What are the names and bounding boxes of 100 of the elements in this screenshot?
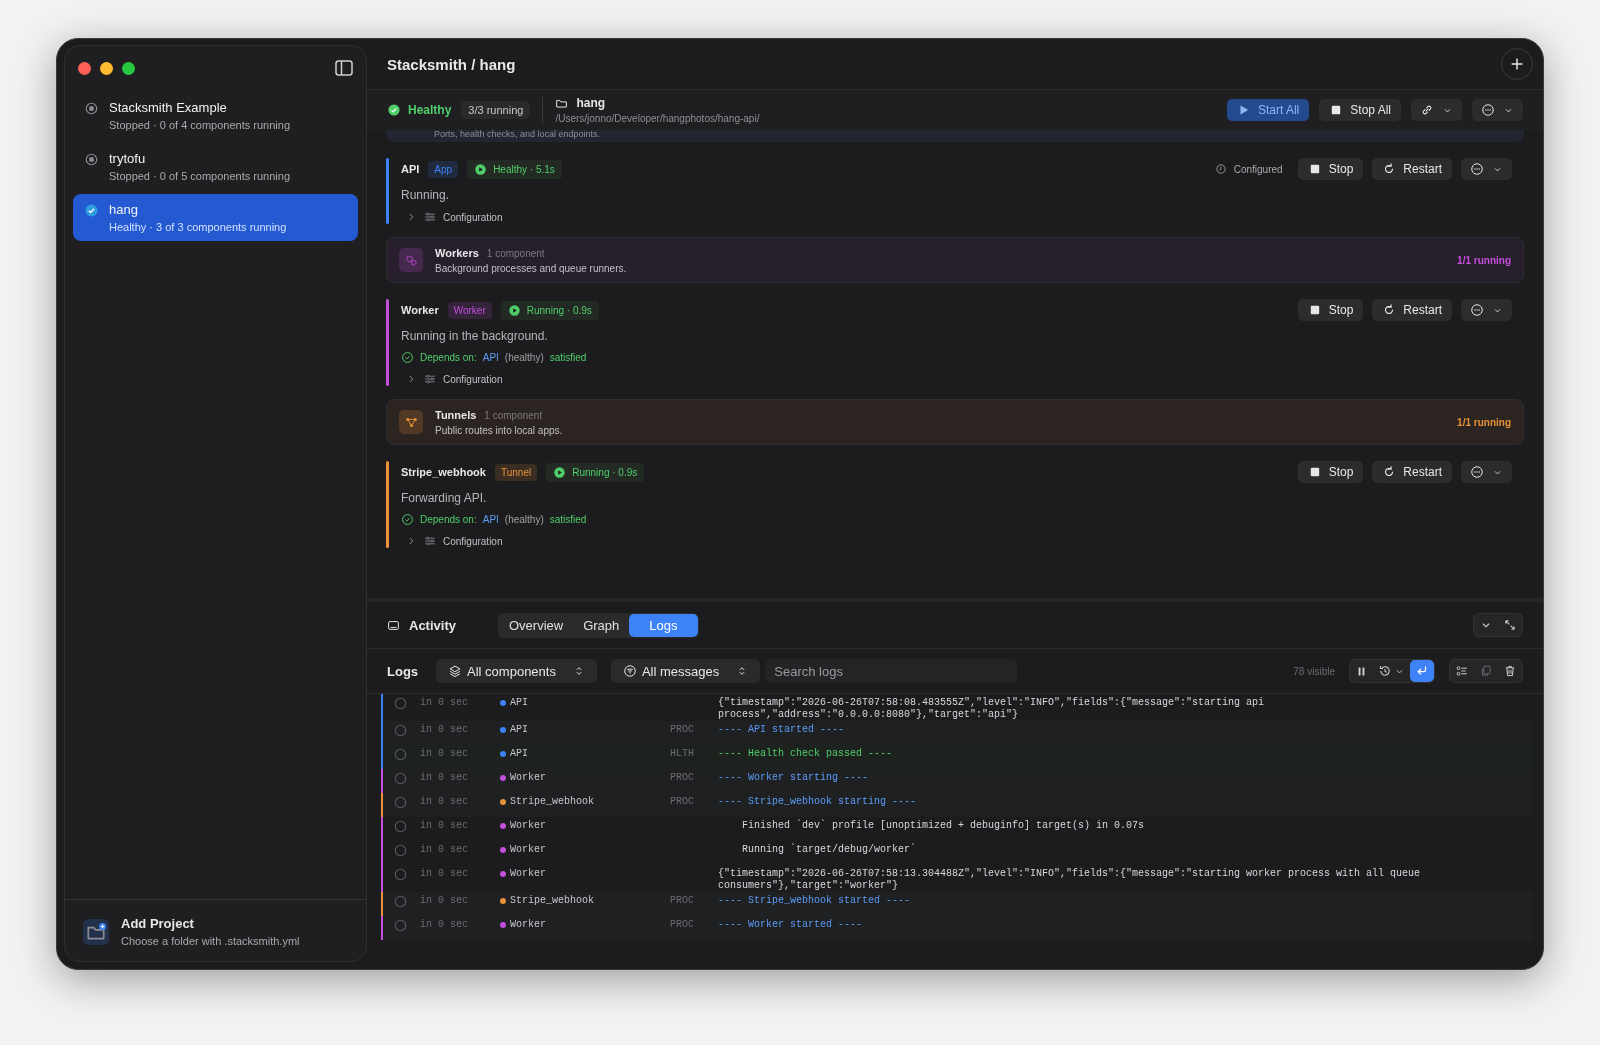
folder-name: hang — [576, 96, 606, 110]
group-subtitle: Public routes into local apps. — [435, 424, 563, 436]
log-time: in 0 sec — [420, 748, 469, 759]
tab[interactable]: Overview — [498, 613, 574, 637]
stop-all-button[interactable]: Stop All — [1319, 99, 1401, 121]
dependency-result: satisfied — [549, 352, 587, 363]
window-title: Stacksmith / hang — [387, 55, 516, 73]
component-filter-dropdown[interactable]: All components — [436, 659, 597, 683]
log-time: in 0 sec — [420, 868, 469, 879]
log-message: Finished `dev` profile [unoptimized + debuginfo] target(s) in 0.07s — [741, 820, 1146, 832]
log-tag: HLTH — [670, 748, 718, 759]
logs-title: Logs — [387, 663, 419, 679]
component-name: Stripe_webhook — [401, 466, 486, 478]
log-time: in 0 sec — [420, 724, 469, 735]
panel-title: Activity — [409, 617, 456, 633]
configuration-toggle[interactable]: Configuration — [405, 210, 1512, 224]
log-message: {"timestamp":"2026-06-26T07:58:13.304488Z","level":"INFO","fields":{"message":"starting worker process with all queue consumers"},"target":"worker"} — [718, 868, 1422, 892]
log-tag: PROC — [670, 895, 718, 906]
start-all-button[interactable]: Start All — [1226, 99, 1310, 121]
folder-path: /Users/jonno/Developer/hangphotos/hang-api/ — [555, 113, 760, 124]
log-time: in 0 sec — [420, 697, 469, 708]
log-source: Worker — [510, 820, 546, 831]
log-message: ---- Stripe_webhook starting ---- — [718, 796, 918, 808]
log-source: Worker — [510, 772, 546, 783]
component-name: Worker — [401, 304, 439, 316]
group-title: Workers — [435, 246, 479, 259]
running-count: 1/1 running — [1457, 416, 1511, 428]
log-tag: PROC — [670, 724, 718, 735]
dependency-link[interactable]: API — [482, 352, 499, 363]
configured-label: Configured — [1214, 163, 1283, 175]
message-filter-dropdown[interactable]: All messages — [610, 659, 761, 683]
log-message: ---- Stripe_webhook started ---- — [718, 895, 912, 907]
type-badge: App — [428, 160, 459, 178]
log-message: Running `target/debug/worker` — [741, 844, 918, 856]
project-name: trytofu — [109, 151, 147, 166]
project-status: Stopped · 0 of 5 components running — [109, 170, 290, 182]
tab[interactable]: Graph — [573, 613, 630, 637]
log-time: in 0 sec — [420, 772, 469, 783]
group-subtitle: Background processes and queue runners. — [435, 262, 627, 274]
log-source: Worker — [510, 868, 546, 879]
restart-button[interactable]: Restart — [1372, 299, 1452, 321]
component-count: 1 component — [484, 409, 543, 421]
log-time: in 0 sec — [420, 820, 469, 831]
component-description: Forwarding API. — [401, 491, 488, 505]
project-status: Stopped · 0 of 4 components running — [109, 119, 290, 131]
log-source: API — [510, 748, 528, 759]
tab[interactable]: Logs — [629, 613, 698, 637]
configuration-toggle[interactable]: Configuration — [405, 534, 1512, 548]
depends-label: Depends on: — [420, 352, 477, 363]
project-item[interactable]: Stacksmith Example Stopped · 0 of 4 components running — [73, 92, 358, 139]
type-badge: Tunnel — [494, 463, 538, 481]
log-source: Stripe_webhook — [510, 895, 594, 906]
dependency-condition: (healthy) — [504, 352, 544, 363]
log-message: {"timestamp":"2026-06-26T07:58:08.483555Z","level":"INFO","fields":{"message":"starting api process","address":"0.0.0.0:8080"},"target":"api"} — [718, 697, 1266, 721]
visible-count: 78 visible — [1293, 665, 1335, 677]
status-badge: Running · 0.9s — [546, 462, 645, 482]
log-message: ---- Worker starting ---- — [718, 772, 870, 784]
log-source: API — [510, 697, 528, 708]
project-item[interactable]: trytofu Stopped · 0 of 5 components running — [73, 143, 358, 190]
project-name: Stacksmith Example — [109, 100, 228, 115]
group-title: Tunnels — [435, 408, 477, 421]
log-time: in 0 sec — [420, 895, 469, 906]
add-project-button[interactable]: Add Project Choose a folder with .stacksmith.yml — [65, 899, 366, 961]
status-badge: Healthy · 5.1s — [467, 159, 562, 179]
dependency-condition: (healthy) — [504, 514, 544, 525]
restart-button[interactable]: Restart — [1372, 461, 1452, 483]
log-time: in 0 sec — [420, 919, 469, 930]
type-badge: Worker — [447, 301, 492, 319]
log-tag: PROC — [670, 796, 718, 807]
running-count: 3/3 running — [461, 101, 531, 119]
dependency-result: satisfied — [549, 514, 587, 525]
log-source: Stripe_webhook — [510, 796, 594, 807]
log-tag: PROC — [670, 919, 718, 930]
component-name: API — [401, 163, 420, 175]
status-badge: Running · 0.9s — [500, 300, 599, 320]
log-message: ---- Health check passed ---- — [718, 748, 894, 760]
dependency-link[interactable]: API — [482, 514, 499, 525]
component-count: 1 component — [486, 247, 545, 259]
project-item[interactable]: hang Healthy · 3 of 3 components running — [73, 194, 358, 241]
log-message: ---- API started ---- — [718, 724, 846, 736]
component-description: Running in the background. — [401, 329, 549, 343]
component-description: Running. — [401, 188, 451, 202]
log-time: in 0 sec — [420, 844, 469, 855]
project-name: hang — [109, 202, 139, 217]
log-time: in 0 sec — [420, 796, 469, 807]
group-subtitle: Ports, health checks, and local endpoints. — [434, 130, 601, 139]
search-field[interactable]: Search logs — [766, 659, 1018, 683]
project-status: Healthy · 3 of 3 components running — [109, 221, 287, 233]
health-status: Healthy — [408, 103, 452, 117]
stop-button[interactable]: Stop — [1297, 299, 1364, 321]
log-source: Worker — [510, 919, 546, 930]
stop-button[interactable]: Stop — [1297, 158, 1364, 180]
log-message: ---- Worker started ---- — [718, 919, 864, 931]
log-source: Worker — [510, 844, 546, 855]
restart-button[interactable]: Restart — [1372, 158, 1452, 180]
depends-label: Depends on: — [420, 514, 477, 525]
log-source: API — [510, 724, 528, 735]
log-tag: PROC — [670, 772, 718, 783]
configuration-toggle[interactable]: Configuration — [405, 372, 1512, 386]
stop-button[interactable]: Stop — [1297, 461, 1364, 483]
